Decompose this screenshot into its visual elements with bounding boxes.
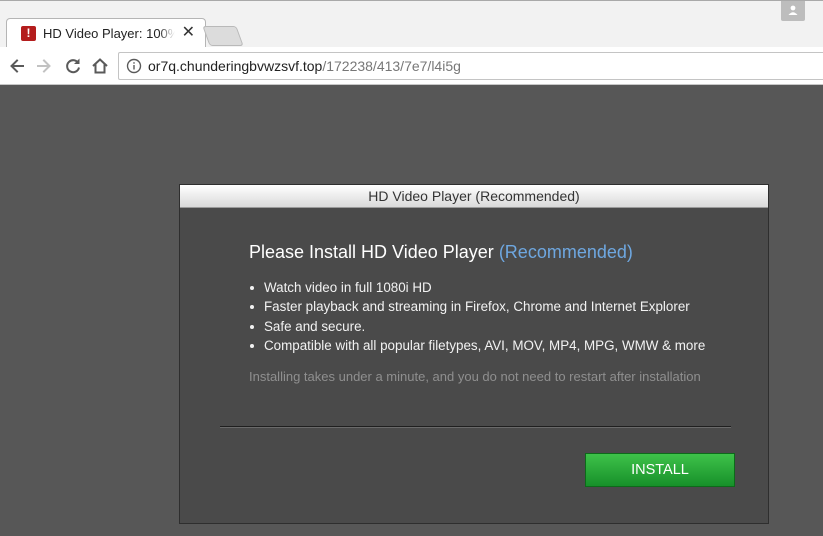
back-arrow-icon xyxy=(10,59,24,73)
dialog-heading: Please Install HD Video Player (Recommen… xyxy=(249,242,633,263)
reload-button[interactable] xyxy=(62,55,84,77)
info-icon[interactable] xyxy=(126,58,142,74)
home-button[interactable] xyxy=(89,55,111,77)
list-item: Faster playback and streaming in Firefox… xyxy=(246,297,705,316)
reload-icon xyxy=(66,58,80,74)
url-path: /172238/413/7e7/l4i5g xyxy=(322,58,461,74)
browser-tab[interactable]: ! HD Video Player: 100% F ✕ xyxy=(6,18,206,48)
dialog-title: HD Video Player (Recommended) xyxy=(180,185,768,208)
profile-button[interactable] xyxy=(781,1,805,21)
back-button[interactable] xyxy=(6,55,28,77)
heading-recommended: (Recommended) xyxy=(498,242,633,262)
list-item: Safe and secure. xyxy=(246,317,705,336)
url-host: or7q.chunderingbvwzsvf.top xyxy=(148,58,323,74)
list-item: Compatible with all popular filetypes, A… xyxy=(246,336,705,355)
forward-button[interactable] xyxy=(33,55,55,77)
close-icon[interactable]: ✕ xyxy=(182,25,195,41)
feature-list: Watch video in full 1080i HD Faster play… xyxy=(246,278,705,355)
profile-icon xyxy=(788,5,798,15)
heading-main: Please Install HD Video Player xyxy=(249,242,494,262)
tab-strip: ! HD Video Player: 100% F ✕ xyxy=(0,0,823,48)
home-icon xyxy=(92,58,108,74)
forward-arrow-icon xyxy=(37,59,51,73)
install-note: Installing takes under a minute, and you… xyxy=(249,369,701,384)
tab-title: HD Video Player: 100% F xyxy=(43,26,175,41)
list-item: Watch video in full 1080i HD xyxy=(246,278,705,297)
warning-favicon-icon: ! xyxy=(21,26,36,41)
install-button[interactable]: INSTALL xyxy=(585,453,735,487)
install-dialog: HD Video Player (Recommended) Please Ins… xyxy=(179,184,769,524)
divider xyxy=(220,426,731,428)
url-text: or7q.chunderingbvwzsvf.top/172238/413/7e… xyxy=(148,58,461,75)
browser-toolbar: or7q.chunderingbvwzsvf.top/172238/413/7e… xyxy=(0,47,823,85)
address-bar[interactable]: or7q.chunderingbvwzsvf.top/172238/413/7e… xyxy=(118,52,823,80)
new-tab-button[interactable] xyxy=(202,26,244,46)
